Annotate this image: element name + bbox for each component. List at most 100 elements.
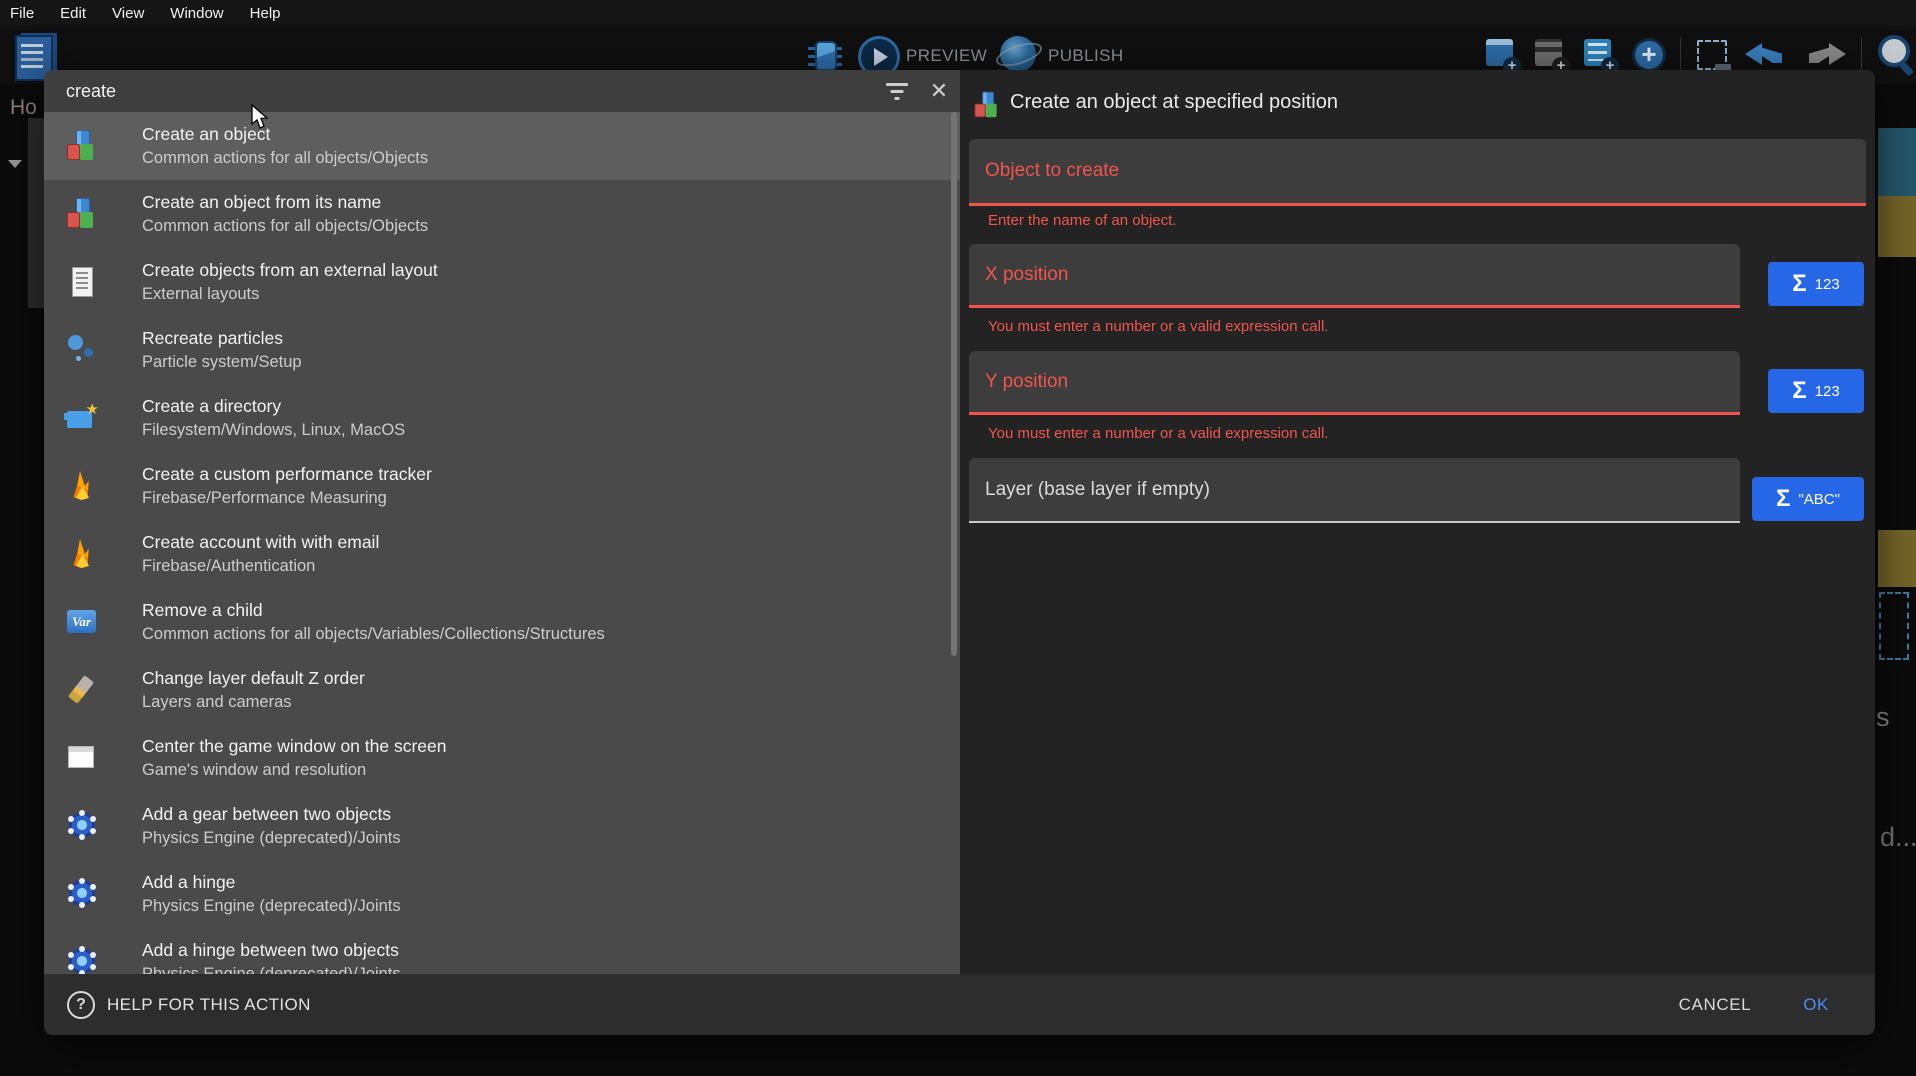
y-field-error: You must enter a number or a valid expre… bbox=[988, 425, 1328, 442]
cubes-icon bbox=[972, 90, 1003, 121]
folder-icon bbox=[64, 400, 100, 436]
object-field-helper: Enter the name of an object. bbox=[988, 212, 1176, 229]
physics-icon bbox=[64, 944, 100, 974]
particles-icon bbox=[64, 332, 100, 368]
layer-field[interactable]: Layer (base layer if empty) bbox=[969, 458, 1740, 523]
physics-icon bbox=[64, 876, 100, 912]
publish-button[interactable]: PUBLISH bbox=[1048, 46, 1124, 66]
search-bar[interactable]: create ✕ bbox=[44, 70, 960, 112]
x-position-field[interactable]: X position bbox=[969, 244, 1740, 308]
action-list-item[interactable]: Create objects from an external layout E… bbox=[44, 248, 960, 316]
action-config-panel: Create an object at specified position O… bbox=[960, 70, 1875, 974]
search-input[interactable]: create bbox=[66, 70, 116, 112]
action-subtitle: External layouts bbox=[142, 282, 438, 306]
help-for-action-link[interactable]: ? HELP FOR THIS ACTION bbox=[67, 991, 311, 1019]
action-title: Create an object from its name bbox=[142, 191, 428, 214]
action-title: Add a hinge between two objects bbox=[142, 939, 401, 962]
x-field-label: X position bbox=[985, 244, 1068, 305]
action-list-item[interactable]: Center the game window on the screen Gam… bbox=[44, 724, 960, 792]
action-title: Recreate particles bbox=[142, 327, 302, 350]
background-event-block-olive bbox=[1878, 530, 1916, 587]
action-subtitle: Filesystem/Windows, Linux, MacOS bbox=[142, 418, 405, 442]
background-clipped-text: s bbox=[1876, 702, 1890, 733]
expression-type-label: 123 bbox=[1815, 276, 1840, 293]
action-title: Create an object bbox=[142, 123, 428, 146]
layer-expression-button[interactable]: Σ "ABC" bbox=[1752, 477, 1864, 521]
chevron-down-icon[interactable] bbox=[8, 160, 22, 168]
background-event-block-teal bbox=[1878, 128, 1916, 196]
firebase-icon bbox=[64, 536, 100, 572]
action-title: Create a directory bbox=[142, 395, 405, 418]
action-title: Create a custom performance tracker bbox=[142, 463, 432, 486]
action-title: Center the game window on the screen bbox=[142, 735, 446, 758]
y-field-label: Y position bbox=[985, 351, 1068, 412]
cancel-button[interactable]: CANCEL bbox=[1679, 995, 1752, 1015]
action-title: Change layer default Z order bbox=[142, 667, 365, 690]
action-subtitle: Layers and cameras bbox=[142, 690, 365, 714]
instruction-selector-dialog: create ✕ Create an object Common actions… bbox=[44, 70, 1875, 1035]
ok-button[interactable]: OK bbox=[1803, 995, 1829, 1015]
action-title: Remove a child bbox=[142, 599, 605, 622]
action-list-item[interactable]: Remove a child Common actions for all ob… bbox=[44, 588, 960, 656]
variable-icon bbox=[64, 604, 100, 640]
toolbar-divider bbox=[1861, 38, 1862, 74]
question-mark-icon: ? bbox=[67, 991, 95, 1019]
action-list-item[interactable]: Create an object Common actions for all … bbox=[44, 112, 960, 180]
help-link-label: HELP FOR THIS ACTION bbox=[107, 995, 311, 1015]
action-list-item[interactable]: Change layer default Z order Layers and … bbox=[44, 656, 960, 724]
results-scrollbar[interactable] bbox=[951, 112, 957, 656]
background-selection-outline bbox=[1879, 592, 1909, 660]
action-results-list: Create an object Common actions for all … bbox=[44, 112, 960, 974]
physics-icon bbox=[64, 808, 100, 844]
action-title: Add a gear between two objects bbox=[142, 803, 401, 826]
action-title: Create account with with email bbox=[142, 531, 379, 554]
action-list-item[interactable]: Add a hinge between two objects Physics … bbox=[44, 928, 960, 974]
background-panel-edge bbox=[28, 118, 44, 308]
action-subtitle: Common actions for all objects/Variables… bbox=[142, 622, 605, 646]
action-subtitle: Physics Engine (deprecated)/Joints bbox=[142, 894, 401, 918]
action-title: Create objects from an external layout bbox=[142, 259, 438, 282]
y-expression-button[interactable]: Σ 123 bbox=[1768, 369, 1864, 413]
menu-view[interactable]: View bbox=[112, 5, 144, 22]
action-subtitle: Common actions for all objects/Objects bbox=[142, 146, 428, 170]
x-field-error: You must enter a number or a valid expre… bbox=[988, 318, 1328, 335]
action-list-item[interactable]: Recreate particles Particle system/Setup bbox=[44, 316, 960, 384]
layers-icon bbox=[64, 672, 100, 708]
action-subtitle: Physics Engine (deprecated)/Joints bbox=[142, 962, 401, 975]
action-list-item[interactable]: Add a gear between two objects Physics E… bbox=[44, 792, 960, 860]
app-root: File Edit View Window Help PREVIEW PUBLI… bbox=[0, 0, 1916, 1076]
firebase-icon bbox=[64, 468, 100, 504]
action-list-item[interactable]: Add a hinge Physics Engine (deprecated)/… bbox=[44, 860, 960, 928]
x-expression-button[interactable]: Σ 123 bbox=[1768, 262, 1864, 306]
expression-type-label: 123 bbox=[1815, 383, 1840, 400]
cubes-icon bbox=[64, 196, 100, 232]
action-list-item[interactable]: Create an object from its name Common ac… bbox=[44, 180, 960, 248]
menu-bar: File Edit View Window Help bbox=[0, 0, 1916, 26]
layout-document-icon bbox=[64, 264, 100, 300]
search-events-icon[interactable] bbox=[1875, 34, 1916, 78]
background-clipped-text: d... bbox=[1880, 822, 1916, 853]
action-subtitle: Physics Engine (deprecated)/Joints bbox=[142, 826, 401, 850]
dialog-footer: ? HELP FOR THIS ACTION CANCEL OK bbox=[44, 974, 1875, 1035]
menu-edit[interactable]: Edit bbox=[60, 5, 86, 22]
y-position-field[interactable]: Y position bbox=[969, 351, 1740, 415]
object-to-create-field[interactable]: Object to create bbox=[969, 139, 1866, 206]
publish-globe-icon[interactable] bbox=[1000, 36, 1036, 72]
action-list-item[interactable]: Create account with with email Firebase/… bbox=[44, 520, 960, 588]
menu-help[interactable]: Help bbox=[250, 5, 281, 22]
menu-file[interactable]: File bbox=[10, 5, 34, 22]
preview-button[interactable]: PREVIEW bbox=[906, 46, 987, 66]
sigma-icon: Σ bbox=[1792, 272, 1806, 296]
filter-icon[interactable] bbox=[884, 82, 910, 102]
mouse-cursor bbox=[250, 104, 272, 130]
background-event-block-olive bbox=[1878, 196, 1916, 257]
menu-window[interactable]: Window bbox=[170, 5, 223, 22]
action-list-item[interactable]: Create a custom performance tracker Fire… bbox=[44, 452, 960, 520]
action-list-item[interactable]: Create a directory Filesystem/Windows, L… bbox=[44, 384, 960, 452]
action-subtitle: Common actions for all objects/Objects bbox=[142, 214, 428, 238]
action-title: Add a hinge bbox=[142, 871, 401, 894]
window-icon bbox=[64, 740, 100, 776]
close-icon[interactable]: ✕ bbox=[925, 77, 953, 105]
expression-type-label: "ABC" bbox=[1798, 491, 1840, 508]
action-subtitle: Particle system/Setup bbox=[142, 350, 302, 374]
